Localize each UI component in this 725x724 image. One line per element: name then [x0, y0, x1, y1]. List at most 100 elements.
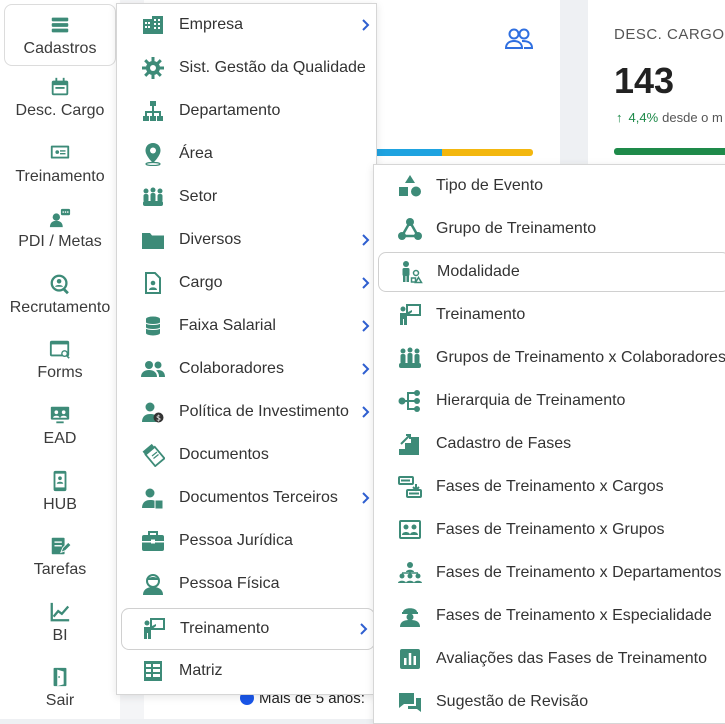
submenu-item-sugestao-revisao[interactable]: Sugestão de Revisão: [374, 682, 725, 722]
menu-item-setor[interactable]: Setor: [117, 177, 376, 217]
left-navigation: Cadastros Desc. Cargo Treinamento PDI / …: [0, 0, 120, 719]
person-money-icon: $: [142, 402, 164, 423]
menu-item-area[interactable]: Área: [117, 134, 376, 174]
nav-desc-cargo[interactable]: Desc. Cargo: [0, 58, 120, 120]
hierarchy-icon: [398, 390, 420, 412]
chevron-right-icon: [362, 19, 370, 31]
monitor-users-icon: [50, 406, 70, 424]
menu-item-colaboradores[interactable]: Colaboradores: [117, 349, 376, 389]
submenu-item-modalidade[interactable]: Modalidade: [378, 252, 725, 292]
menu-item-label: Setor: [179, 188, 218, 205]
chevron-right-icon: [362, 234, 370, 246]
submenu-item-grupos-colaboradores[interactable]: Grupos de Treinamento x Colaboradores: [374, 338, 725, 378]
progress-segment: [374, 149, 442, 156]
person-icon: [143, 574, 163, 595]
map-pin-icon: [145, 143, 161, 166]
submenu-item-cadastro-fases[interactable]: Cadastro de Fases: [374, 424, 725, 464]
menu-item-label: Cargo: [179, 274, 223, 291]
menu-item-cargo[interactable]: Cargo: [117, 263, 376, 303]
magnifier-person-icon: [50, 274, 69, 295]
nav-sair[interactable]: Sair: [0, 648, 120, 710]
menu-item-label: Diversos: [179, 231, 242, 248]
building-icon: [143, 16, 163, 34]
submenu-item-hierarquia[interactable]: Hierarquia de Treinamento: [374, 381, 725, 421]
presenter-icon: [144, 618, 165, 639]
submenu-item-fases-especialidade[interactable]: Fases de Treinamento x Especialidade: [374, 596, 725, 636]
menu-item-label: Treinamento: [180, 620, 270, 637]
submenu-item-fases-cargos[interactable]: Fases de Treinamento x Cargos: [374, 467, 725, 507]
menu-item-pessoa-juridica[interactable]: Pessoa Jurídica: [117, 521, 376, 561]
nav-label: Desc. Cargo: [15, 102, 105, 119]
submenu-item-treinamento[interactable]: Treinamento: [374, 295, 725, 335]
nav-cadastros[interactable]: Cadastros: [4, 4, 116, 66]
menu-item-sgq[interactable]: Sist. Gestão da Qualidade: [117, 48, 376, 88]
menu-item-label: Documentos Terceiros: [179, 489, 338, 506]
chevron-right-icon: [362, 492, 370, 504]
nav-label: EAD: [43, 430, 77, 447]
submenu-item-fases-departamentos[interactable]: Fases de Treinamento x Departamentos: [374, 553, 725, 593]
menu-item-documentos[interactable]: Documentos: [117, 435, 376, 475]
submenu-item-fases-grupos[interactable]: Fases de Treinamento x Grupos: [374, 510, 725, 550]
chevron-right-icon: [362, 363, 370, 375]
menu-item-documentos-terceiros[interactable]: Documentos Terceiros: [117, 478, 376, 518]
chevron-right-icon: [360, 623, 368, 635]
nav-treinamento[interactable]: Treinamento: [0, 124, 120, 186]
menu-item-diversos[interactable]: Diversos: [117, 220, 376, 260]
submenu-item-label: Cadastro de Fases: [436, 435, 572, 452]
nav-forms[interactable]: Forms: [0, 320, 120, 382]
documents-icon: [142, 443, 165, 467]
nav-recrutamento[interactable]: Recrutamento: [0, 255, 120, 317]
nav-label: Cadastros: [23, 40, 97, 57]
bar-chart-icon: [400, 649, 420, 669]
group-icon: [143, 187, 163, 206]
menu-item-label: Colaboradores: [179, 360, 284, 377]
nav-ead[interactable]: EAD: [0, 386, 120, 448]
shapes-icon: [399, 175, 421, 197]
submenu-item-label: Avaliações das Fases de Treinamento: [436, 650, 707, 667]
submenu-item-label: Fases de Treinamento x Grupos: [436, 521, 665, 538]
menu-item-politica-investimento[interactable]: $ Política de Investimento: [117, 392, 376, 432]
nav-pdi-metas[interactable]: PDI / Metas: [0, 189, 120, 251]
progress-segment: [442, 149, 533, 156]
submenu-item-tipo-evento[interactable]: Tipo de Evento: [374, 166, 725, 206]
nav-label: Sair: [45, 692, 75, 709]
chevron-right-icon: [362, 320, 370, 332]
submenu-item-label: Hierarquia de Treinamento: [436, 392, 626, 409]
list-icon: [51, 17, 69, 33]
phone-icon: [53, 470, 67, 492]
calendar-icon: [51, 77, 69, 96]
kpi-card: DESC. CARGO 143 ↑ 4,4% desde o m: [588, 0, 725, 170]
nav-label: Tarefas: [33, 561, 87, 578]
menu-item-departamento[interactable]: Departamento: [117, 91, 376, 131]
menu-item-treinamento[interactable]: Treinamento: [121, 608, 375, 650]
chevron-right-icon: [362, 406, 370, 418]
menu-item-label: Política de Investimento: [179, 403, 349, 420]
menu-item-matriz[interactable]: Matriz: [117, 651, 376, 691]
kpi-bar: [614, 148, 725, 155]
phases-group-icon: [399, 520, 421, 539]
network-icon: [398, 218, 422, 240]
arrow-up-icon: ↑: [616, 110, 623, 125]
chart-icon: [50, 602, 70, 622]
kpi-trend-text: desde o m: [662, 110, 723, 125]
gear-icon: [142, 57, 164, 79]
nav-label: PDI / Metas: [18, 233, 102, 250]
menu-item-pessoa-fisica[interactable]: Pessoa Física: [117, 564, 376, 604]
submenu-item-label: Fases de Treinamento x Especialidade: [436, 607, 712, 624]
submenu-item-avaliacoes[interactable]: Avaliações das Fases de Treinamento: [374, 639, 725, 679]
exit-icon: [53, 667, 67, 687]
kpi-value: 143: [614, 60, 675, 101]
submenu-item-grupo-treinamento[interactable]: Grupo de Treinamento: [374, 209, 725, 249]
menu-item-label: Documentos: [179, 446, 269, 463]
treinamento-submenu: Tipo de Evento Grupo de Treinamento Moda…: [373, 164, 725, 724]
menu-item-empresa[interactable]: Empresa: [117, 5, 376, 45]
folder-icon: [142, 233, 164, 249]
phases-cargo-icon: [398, 476, 422, 498]
menu-item-faixa-salarial[interactable]: Faixa Salarial: [117, 306, 376, 346]
phases-specialty-icon: [400, 608, 420, 627]
nav-bi[interactable]: BI: [0, 583, 120, 645]
nav-tarefas[interactable]: Tarefas: [0, 517, 120, 579]
org-chart-icon: [143, 101, 163, 121]
comments-icon: [399, 693, 421, 712]
nav-hub[interactable]: HUB: [0, 452, 120, 514]
